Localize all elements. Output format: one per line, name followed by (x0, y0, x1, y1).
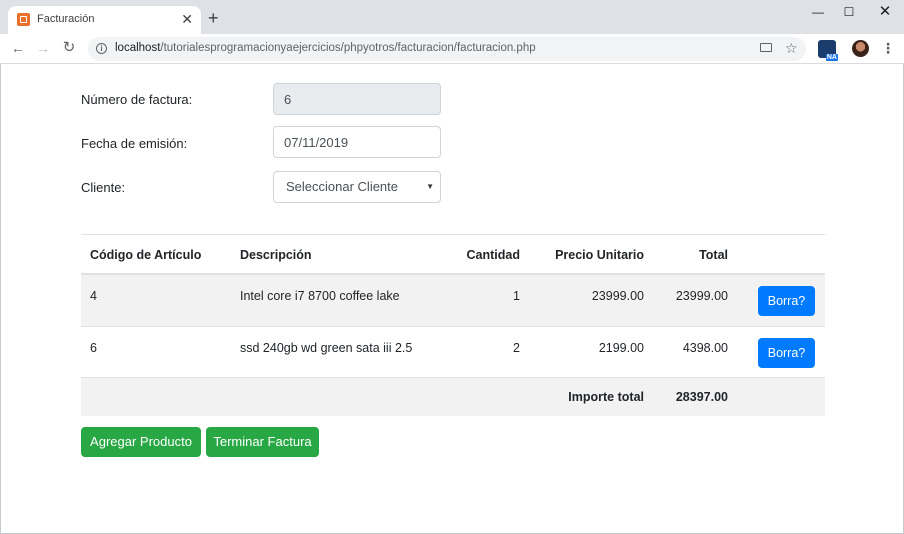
browser-toolbar: ← → ↻ i localhost/tutorialesprogramacion… (0, 34, 904, 64)
importe-total-label: Importe total (568, 390, 644, 404)
delete-row-button[interactable]: Borra? (758, 338, 815, 368)
cell-descripcion: ssd 240gb wd green sata iii 2.5 (240, 341, 413, 355)
window-minimize-button[interactable]: — (807, 4, 829, 20)
cliente-select[interactable]: Seleccionar Cliente ▼ (273, 171, 441, 203)
window-maximize-button[interactable]: ☐ (838, 4, 860, 20)
menu-dots-icon[interactable]: ⋮ (881, 39, 895, 57)
cell-precio: 2199.00 (598, 341, 644, 355)
header-cantidad: Cantidad (466, 248, 520, 262)
header-codigo: Código de Artículo (90, 248, 202, 262)
cell-total: 4398.00 (682, 341, 728, 355)
back-arrow-icon[interactable]: ← (9, 39, 27, 57)
table-header: Código de Artículo Descripción Cantidad … (81, 235, 825, 275)
window-close-button[interactable]: ✕ (874, 4, 896, 20)
address-bar[interactable]: i localhost/tutorialesprogramacionyaejer… (88, 37, 806, 61)
xampp-favicon-icon (17, 13, 30, 26)
delete-row-button[interactable]: Borra? (758, 286, 815, 316)
numero-factura-input[interactable] (273, 83, 441, 115)
forward-arrow-icon[interactable]: → (34, 39, 52, 57)
info-icon[interactable]: i (96, 43, 107, 54)
cliente-select-value: Seleccionar Cliente (286, 179, 399, 194)
browser-tab-facturacion[interactable]: Facturación ✕ (8, 6, 201, 34)
cell-cantidad: 1 (513, 289, 520, 303)
items-table: Código de Artículo Descripción Cantidad … (81, 234, 825, 416)
caret-down-icon: ▼ (426, 182, 434, 191)
cell-descripcion: Intel core i7 8700 coffee lake (240, 289, 400, 303)
fecha-emision-label: Fecha de emisión: (81, 136, 188, 151)
cell-precio: 23999.00 (591, 289, 644, 303)
new-tab-button[interactable]: + (208, 9, 219, 27)
terminar-factura-button[interactable]: Terminar Factura (206, 427, 319, 457)
header-descripcion: Descripción (240, 248, 312, 262)
extension-icon[interactable] (818, 40, 838, 61)
cell-codigo: 4 (90, 289, 97, 303)
cliente-label: Cliente: (81, 180, 126, 195)
browser-titlebar: Facturación ✕ + — ☐ ✕ (0, 0, 904, 34)
url-path: /tutorialesprogramacionyaejercicios/phpy… (160, 42, 536, 54)
importe-total-value: 28397.00 (675, 390, 728, 404)
cast-icon[interactable] (760, 43, 772, 52)
cell-cantidad: 2 (513, 341, 520, 355)
url-text[interactable]: localhost/tutorialesprogramacionyaejerci… (115, 42, 536, 54)
header-precio: Precio Unitario (555, 248, 644, 262)
reload-icon[interactable]: ↻ (60, 39, 78, 57)
table-total-row: Importe total 28397.00 (81, 377, 825, 416)
table-row: 6 ssd 240gb wd green sata iii 2.5 2 2199… (81, 326, 825, 377)
cell-total: 23999.00 (675, 289, 728, 303)
numero-factura-label: Número de factura: (81, 92, 193, 107)
tab-title: Facturación (37, 13, 95, 25)
url-host: localhost (115, 42, 161, 54)
agregar-producto-button[interactable]: Agregar Producto (81, 427, 201, 457)
fecha-emision-input[interactable] (273, 126, 441, 158)
star-icon[interactable]: ☆ (785, 39, 798, 57)
table-row: 4 Intel core i7 8700 coffee lake 1 23999… (81, 275, 825, 326)
tab-close-icon[interactable]: ✕ (181, 10, 193, 28)
avatar[interactable] (852, 40, 869, 57)
cell-codigo: 6 (90, 341, 97, 355)
header-total: Total (699, 248, 728, 262)
